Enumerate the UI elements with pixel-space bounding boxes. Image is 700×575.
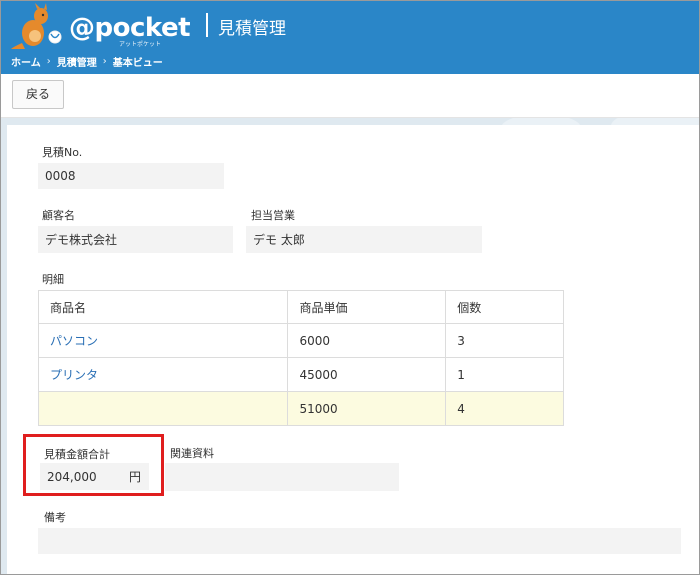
quantity-cell: 1 (445, 357, 564, 392)
breadcrumb: ホーム › 見積管理 › 基本ビュー (11, 54, 163, 69)
header-divider (206, 13, 208, 37)
product-link[interactable]: プリンタ (37, 357, 289, 392)
customer-field: デモ株式会社 (38, 226, 233, 253)
remarks-label: 備考 (44, 511, 66, 524)
app-window: @pocket アットポケット 見積管理 ホーム › 見積管理 › 基本ビュー … (0, 0, 700, 575)
sales-rep-label: 担当営業 (251, 209, 295, 222)
unit-price-cell: 45000 (287, 357, 447, 392)
toolbar: 戻る (1, 74, 699, 118)
table-header-row: 商品名 商品単価 個数 (37, 290, 564, 324)
total-quantity-cell: 4 (445, 391, 564, 426)
details-table: 商品名 商品単価 個数 パソコン 6000 3 プリンタ 45000 1 510… (37, 290, 564, 426)
estimate-no-label: 見積No. (42, 146, 83, 159)
column-header-product: 商品名 (37, 290, 289, 324)
related-docs-label: 関連資料 (170, 447, 214, 460)
total-unit-price-cell: 51000 (287, 391, 447, 426)
sales-rep-field: デモ 太郎 (246, 226, 482, 253)
unit-price-cell: 6000 (287, 323, 447, 358)
page-title: 見積管理 (218, 19, 286, 39)
back-button[interactable]: 戻る (12, 80, 64, 109)
logo-subtext: アットポケット (119, 41, 162, 48)
estimate-no-field: 0008 (38, 163, 224, 189)
breadcrumb-separator: › (46, 56, 51, 67)
table-row: パソコン 6000 3 (37, 323, 564, 358)
related-docs-field (165, 463, 399, 491)
table-row: プリンタ 45000 1 (37, 357, 564, 392)
column-header-unit-price: 商品単価 (287, 290, 447, 324)
column-header-quantity: 個数 (445, 290, 564, 324)
breadcrumb-basic-view[interactable]: 基本ビュー (113, 54, 163, 69)
details-label: 明細 (42, 273, 64, 286)
customer-label: 顧客名 (42, 209, 75, 222)
product-link[interactable]: パソコン (37, 323, 289, 358)
app-logo[interactable]: @pocket アットポケット (11, 3, 191, 49)
app-header: @pocket アットポケット 見積管理 ホーム › 見積管理 › 基本ビュー (1, 1, 699, 74)
table-total-row: 51000 4 (37, 391, 564, 426)
remarks-field (38, 528, 681, 554)
quantity-cell: 3 (445, 323, 564, 358)
kangaroo-logo-icon (11, 3, 62, 49)
breadcrumb-separator: › (102, 56, 107, 67)
total-product-cell (37, 391, 289, 426)
breadcrumb-estimates[interactable]: 見積管理 (57, 54, 97, 69)
breadcrumb-home[interactable]: ホーム (11, 54, 41, 69)
highlight-annotation-box (23, 434, 164, 496)
